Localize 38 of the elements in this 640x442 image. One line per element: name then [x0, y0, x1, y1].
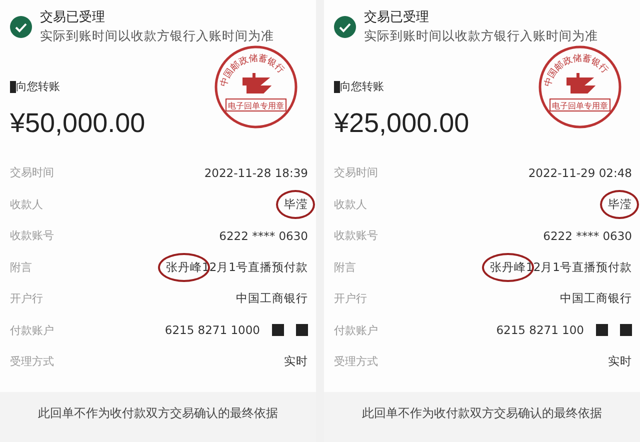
field-label: 受理方式: [334, 354, 378, 370]
disclaimer-text: 此回单不作为收付款双方交易确认的最终依据: [38, 406, 278, 420]
field-value: 毕滢: [608, 196, 632, 212]
sender-text: 向您转账: [340, 79, 384, 94]
field-value: 实时: [608, 354, 632, 370]
disclaimer-text: 此回单不作为收付款双方交易确认的最终依据: [362, 406, 602, 420]
field-label: 付款账户: [10, 322, 54, 338]
field-value: 6222 **** 0630: [543, 228, 632, 243]
amount: ¥25,000.00: [334, 108, 470, 139]
field-label: 收款账号: [334, 228, 378, 244]
field-value: 实时: [284, 354, 308, 370]
field-label: 收款人: [10, 196, 43, 212]
status-title: 交易已受理: [40, 9, 106, 26]
field-label: 开户行: [10, 291, 43, 306]
field-label: 受理方式: [10, 354, 54, 370]
field-value: 6215 8271 100: [496, 323, 584, 338]
field-value: 毕滢: [284, 196, 308, 212]
field-label: 付款账户: [334, 322, 378, 338]
bank-stamp-drawing: 中国邮政储蓄银行 电子回单专用章: [538, 45, 622, 129]
field-label: 附言: [10, 260, 32, 275]
field-label: 交易时间: [10, 165, 54, 180]
status-subtitle: 实际到账时间以收款方银行入账时间为准: [364, 28, 598, 45]
field-value: 2022-11-29 02:48: [528, 166, 632, 180]
field-value: 中国工商银行: [560, 291, 632, 306]
field-label: 开户行: [334, 291, 367, 306]
field-label: 交易时间: [334, 165, 378, 180]
field-value: 6215 8271 1000: [164, 323, 260, 338]
amount: ¥50,000.00: [10, 108, 146, 139]
field-value: 2022-11-28 18:39: [204, 166, 308, 180]
field-value: 6222 **** 0630: [219, 228, 308, 243]
field-label: 附言: [334, 260, 356, 275]
status-title: 交易已受理: [364, 9, 430, 26]
field-label: 收款账号: [10, 228, 54, 244]
bank-stamp-drawing: 中国邮政储蓄银行 电子回单专用章: [214, 45, 298, 129]
field-value: 中国工商银行: [236, 291, 308, 306]
status-subtitle: 实际到账时间以收款方银行入账时间为准: [40, 28, 274, 45]
sender-text: 向您转账: [16, 79, 60, 94]
field-label: 收款人: [334, 196, 367, 212]
